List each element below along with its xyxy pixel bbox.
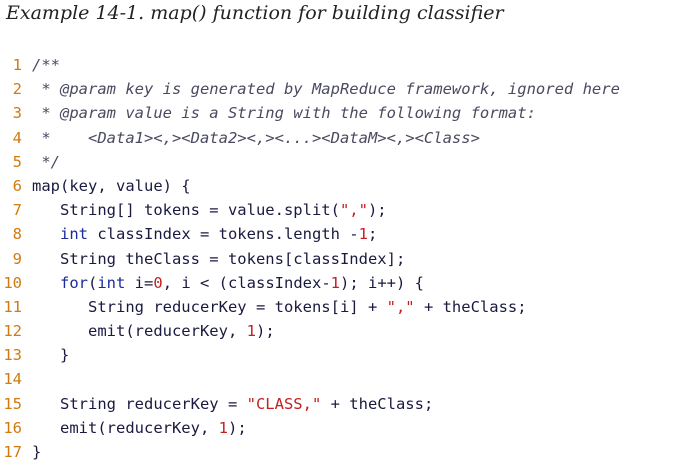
code-token: ); i++) { bbox=[340, 273, 425, 292]
code-token: int bbox=[97, 273, 126, 292]
code-text: } bbox=[32, 440, 41, 464]
code-token: map(key, value) { bbox=[32, 176, 191, 195]
code-line: 9 String theClass = tokens[classIndex]; bbox=[0, 247, 693, 271]
line-number: 3 bbox=[12, 104, 22, 123]
example-caption: Example 14-1. map() function for buildin… bbox=[6, 2, 504, 24]
code-line: 4 * <Data1><,><Data2><,><...><DataM><,><… bbox=[0, 126, 693, 150]
code-line: 7 String[] tokens = value.split(","); bbox=[0, 198, 693, 222]
code-line: 13 } bbox=[0, 343, 693, 367]
line-number: 4 bbox=[12, 128, 22, 147]
code-token: + theClass; bbox=[414, 297, 527, 316]
code-text: */ bbox=[32, 150, 60, 174]
code-text: emit(reducerKey, 1); bbox=[32, 416, 247, 440]
code-line: 14 bbox=[0, 367, 693, 391]
code-token: String reducerKey = tokens[i] + bbox=[32, 297, 387, 316]
code-text: } bbox=[32, 343, 69, 367]
code-token: emit(reducerKey, bbox=[32, 322, 247, 341]
code-text: for(int i=0, i < (classIndex-1); i++) { bbox=[32, 271, 424, 295]
code-token: + theClass; bbox=[321, 394, 434, 413]
code-token: * @param value is a String with the foll… bbox=[32, 104, 536, 123]
code-text: /** bbox=[32, 53, 60, 77]
code-text: emit(reducerKey, 1); bbox=[32, 319, 275, 343]
line-number: 10 bbox=[3, 273, 22, 292]
code-text: String reducerKey = "CLASS," + theClass; bbox=[32, 392, 433, 416]
code-token: } bbox=[32, 443, 42, 461]
code-token: ; bbox=[367, 225, 378, 244]
code-text: String theClass = tokens[classIndex]; bbox=[32, 247, 405, 271]
line-number: 5 bbox=[12, 152, 22, 171]
code-line: 3 * @param value is a String with the fo… bbox=[0, 101, 693, 125]
code-text: int classIndex = tokens.length -1; bbox=[32, 222, 377, 246]
code-token: */ bbox=[32, 152, 60, 171]
code-token: ( bbox=[88, 273, 98, 292]
line-number: 15 bbox=[3, 394, 22, 413]
code-token: emit(reducerKey, bbox=[32, 418, 219, 437]
code-token: 1 bbox=[330, 273, 341, 292]
code-token: "," bbox=[386, 297, 415, 316]
code-token: "CLASS," bbox=[246, 394, 322, 413]
code-line: 15 String reducerKey = "CLASS," + theCla… bbox=[0, 392, 693, 416]
line-number: 1 bbox=[12, 56, 22, 74]
code-token: String reducerKey = bbox=[32, 394, 247, 413]
line-number: 6 bbox=[12, 176, 22, 195]
line-number: 17 bbox=[3, 443, 22, 461]
code-line: 11 String reducerKey = tokens[i] + "," +… bbox=[0, 295, 693, 319]
code-line: 10 for(int i=0, i < (classIndex-1); i++)… bbox=[0, 271, 693, 295]
code-token: } bbox=[32, 346, 70, 365]
code-token: ); bbox=[367, 201, 387, 220]
code-token: i= bbox=[125, 273, 154, 292]
code-line: 5 */ bbox=[0, 150, 693, 174]
line-number: 13 bbox=[3, 346, 22, 365]
code-token: "," bbox=[339, 201, 368, 220]
code-line: 1 /** bbox=[0, 53, 693, 77]
line-number: 9 bbox=[12, 249, 22, 268]
code-token: ); bbox=[227, 418, 247, 437]
line-number: 16 bbox=[3, 418, 22, 437]
line-number: 8 bbox=[12, 225, 22, 244]
code-token: String theClass = tokens[classIndex]; bbox=[32, 249, 406, 268]
line-number: 11 bbox=[3, 297, 22, 316]
code-line: 8 int classIndex = tokens.length -1; bbox=[0, 222, 693, 246]
code-line: 12 emit(reducerKey, 1); bbox=[0, 319, 693, 343]
code-token: int bbox=[60, 225, 88, 244]
code-token: 0 bbox=[153, 273, 163, 292]
code-token: 1 bbox=[358, 225, 368, 244]
code-text: map(key, value) { bbox=[32, 174, 191, 198]
code-line: 16 emit(reducerKey, 1); bbox=[0, 416, 693, 440]
code-token: 1 bbox=[218, 418, 228, 437]
code-token: * <Data1><,><Data2><,><...><DataM><,><Cl… bbox=[32, 128, 480, 147]
code-token: 1 bbox=[246, 322, 256, 341]
code-line: 2 * @param key is generated by MapReduce… bbox=[0, 77, 693, 101]
line-number: 14 bbox=[3, 370, 22, 389]
line-number: 7 bbox=[12, 201, 22, 220]
code-line: 6 map(key, value) { bbox=[0, 174, 693, 198]
code-token: /** bbox=[32, 56, 60, 74]
code-token: String[] tokens = value.split( bbox=[32, 201, 340, 220]
code-token: , i < (classIndex- bbox=[162, 273, 331, 292]
code-token: ); bbox=[255, 322, 275, 341]
code-text: String[] tokens = value.split(","); bbox=[32, 198, 387, 222]
line-number: 2 bbox=[12, 80, 22, 99]
code-token: * @param key is generated by MapReduce f… bbox=[32, 80, 620, 99]
line-number: 12 bbox=[3, 322, 22, 341]
code-listing: 1 /** 2 * @param key is generated by MapRe… bbox=[0, 53, 693, 464]
code-text: String reducerKey = tokens[i] + "," + th… bbox=[32, 295, 527, 319]
code-text: * @param value is a String with the foll… bbox=[32, 101, 536, 125]
code-token: classIndex = tokens.length - bbox=[88, 225, 359, 244]
code-line: 17} bbox=[0, 440, 693, 464]
code-token: for bbox=[60, 273, 88, 292]
code-text: * <Data1><,><Data2><,><...><DataM><,><Cl… bbox=[32, 126, 480, 150]
code-text: * @param key is generated by MapReduce f… bbox=[32, 77, 620, 101]
